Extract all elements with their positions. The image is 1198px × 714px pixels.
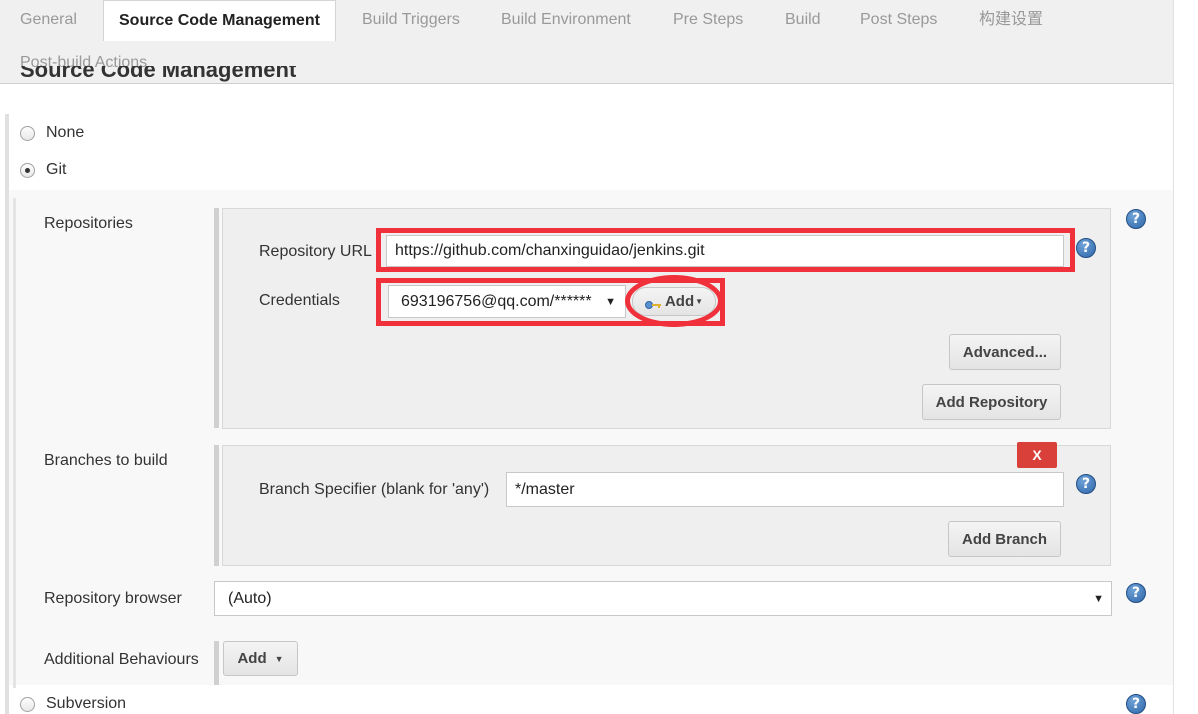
repository-url-label: Repository URL [259,243,372,260]
radio-subversion[interactable] [20,696,35,712]
scm-option-git[interactable]: Git [20,161,66,179]
add-behaviour-label: Add [237,650,267,667]
tab-pre-steps[interactable]: Pre Steps [658,0,758,40]
branches-box-bar [214,445,219,566]
radio-git[interactable] [20,162,35,178]
tab-general[interactable]: General [5,0,92,40]
repository-browser-label: Repository browser [44,590,182,607]
help-icon-repositories[interactable]: ? [1126,209,1146,229]
additional-behaviours-label: Additional Behaviours [44,651,199,668]
branches-label: Branches to build [44,452,168,469]
chevron-down-icon: ▼ [1093,592,1104,605]
branch-specifier-label: Branch Specifier (blank for 'any') [259,481,490,498]
tab-build[interactable]: Build [770,0,836,40]
advanced-button[interactable]: Advanced... [949,334,1061,370]
highlight-add-button [625,275,723,327]
tab-source-code-management[interactable]: Source Code Management [103,0,336,41]
branch-specifier-value: */master [515,480,575,498]
scm-option-git-label: Git [46,161,67,178]
git-panel-bar [13,198,16,688]
scm-option-subversion-label: Subversion [46,695,127,712]
repositories-box-bar [214,208,219,428]
scm-option-none[interactable]: None [20,124,84,142]
tab-build-environment[interactable]: Build Environment [486,0,646,40]
help-icon-repository-browser[interactable]: ? [1126,583,1146,603]
repositories-label: Repositories [44,215,133,232]
page-right-edge [1173,0,1198,714]
scm-option-none-label: None [46,124,85,141]
add-repository-button[interactable]: Add Repository [922,384,1061,420]
delete-branch-button[interactable]: X [1017,442,1057,468]
add-branch-button[interactable]: Add Branch [948,521,1061,557]
section-heading: Source Code Management [20,66,297,82]
repository-browser-value: (Auto) [228,589,272,607]
tab-post-steps[interactable]: Post Steps [845,0,952,40]
tab-build-triggers[interactable]: Build Triggers [347,0,475,40]
highlight-url [376,228,1075,272]
credentials-label: Credentials [259,292,340,309]
add-behaviour-button[interactable]: Add ▼ [223,641,298,676]
branch-specifier-input[interactable]: */master [506,472,1064,507]
help-icon-subversion[interactable]: ? [1126,694,1146,714]
tab-build-settings[interactable]: 构建设置 [964,0,1058,40]
radio-none[interactable] [20,125,35,141]
repository-browser-select[interactable]: (Auto) ▼ [214,581,1112,616]
help-icon-repository-url[interactable]: ? [1076,238,1096,258]
chevron-down-icon: ▼ [274,653,284,664]
behaviours-box-bar [214,641,219,685]
scm-option-subversion[interactable]: Subversion [20,695,126,713]
help-icon-branch-specifier[interactable]: ? [1076,474,1096,494]
